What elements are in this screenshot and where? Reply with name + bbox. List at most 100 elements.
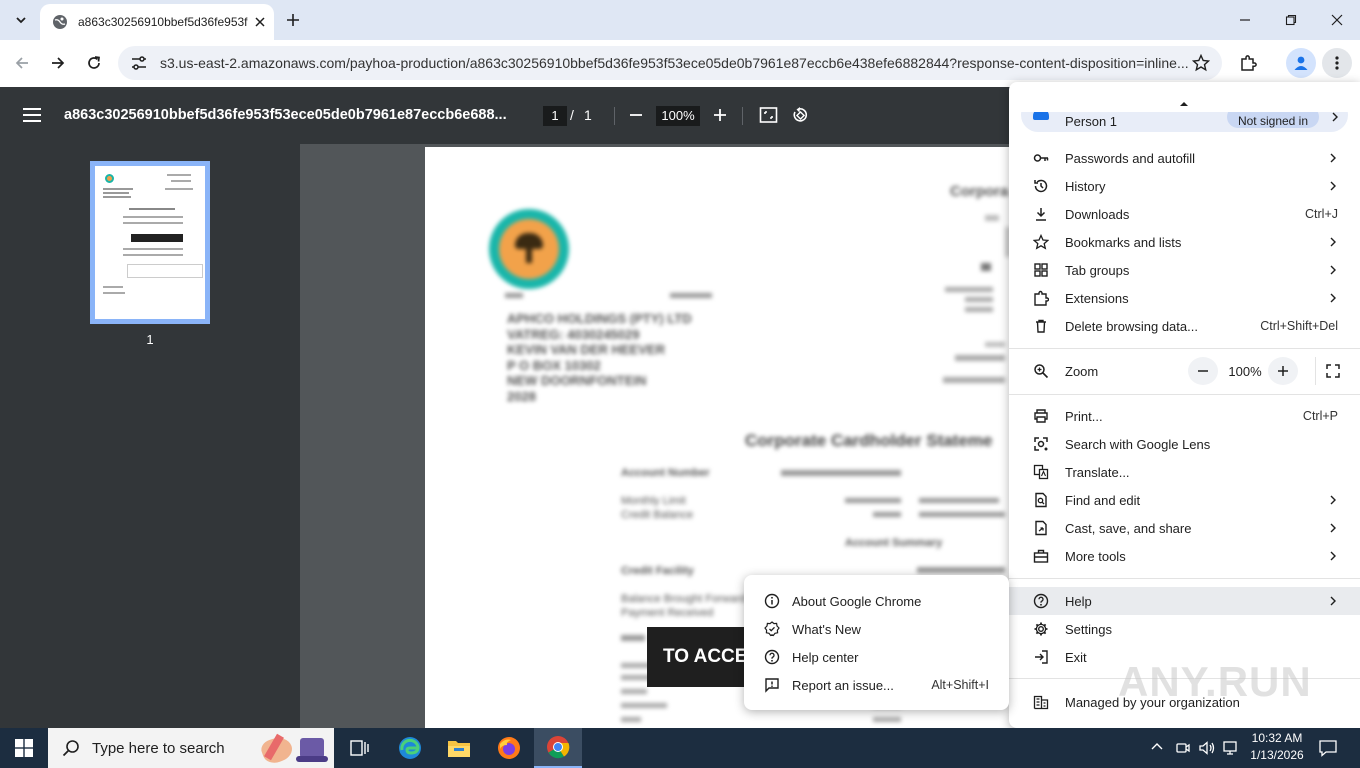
menu-item-more-tools[interactable]: More tools [1009, 542, 1360, 570]
profile-row[interactable]: Person 1 Not signed in [1021, 112, 1348, 132]
menu-separator [1009, 394, 1360, 395]
person-icon [1033, 112, 1049, 120]
menu-item-extensions[interactable]: Extensions [1009, 284, 1360, 312]
meet-now-tray-icon[interactable] [1175, 740, 1191, 756]
doc-section-label: Account Summary [845, 537, 943, 549]
magnifier-icon [1033, 363, 1049, 379]
task-view-icon [350, 740, 369, 756]
doc-field-label: Account Number [621, 467, 710, 479]
submenu-item-whats-new[interactable]: What's New [744, 615, 1009, 643]
menu-item-print[interactable]: Print... Ctrl+P [1009, 402, 1360, 430]
notification-icon [1319, 740, 1337, 757]
search-icon [62, 740, 79, 757]
page-number-input[interactable]: 1 [543, 106, 567, 126]
browser-tab[interactable]: a863c30256910bbef5d36fe953f [40, 4, 274, 40]
menu-zoom-out-button[interactable] [1188, 357, 1218, 385]
notification-center-button[interactable] [1318, 738, 1338, 758]
address-block: APHCO HOLDINGS (PTY) LTD VATREG: 4030245… [507, 311, 692, 404]
close-tab-icon[interactable] [254, 16, 266, 28]
forward-button[interactable] [43, 48, 73, 78]
doc-title: Corporate Cardholder Stateme [745, 431, 993, 450]
pdf-filename: a863c30256910bbef5d36fe953f53ece05de0b79… [64, 107, 507, 123]
help-submenu: About Google Chrome What's New Help cent… [744, 575, 1009, 710]
chevron-down-icon [16, 17, 26, 24]
submenu-item-about-chrome[interactable]: About Google Chrome [744, 587, 1009, 615]
network-tray-icon[interactable] [1222, 740, 1240, 756]
tab-strip: a863c30256910bbef5d36fe953f [0, 0, 1360, 40]
taskbar-file-explorer[interactable] [435, 728, 483, 768]
camera-icon [1176, 743, 1190, 753]
firefox-icon [498, 737, 520, 759]
pdf-zoom-input[interactable]: 100% [656, 106, 700, 126]
caret-up-icon [1180, 102, 1188, 106]
zoom-in-button[interactable] [711, 106, 729, 124]
taskbar-firefox[interactable] [485, 728, 533, 768]
chevron-right-icon [1330, 265, 1336, 275]
exit-icon [1033, 649, 1049, 665]
network-icon [1223, 741, 1237, 755]
taskbar-edge[interactable] [386, 728, 434, 768]
taskbar-clock[interactable]: 10:32 AM 1/13/2026 [1246, 730, 1308, 764]
chrome-menu-button[interactable] [1322, 48, 1352, 78]
menu-item-label: Settings [1065, 621, 1112, 637]
download-icon [1033, 206, 1049, 222]
page-thumbnail[interactable] [90, 161, 210, 324]
folder-icon [448, 741, 470, 757]
menu-item-google-lens[interactable]: Search with Google Lens [1009, 430, 1360, 458]
new-tab-button[interactable] [282, 9, 304, 31]
fit-page-button[interactable] [759, 106, 778, 124]
menu-item-tab-groups[interactable]: Tab groups [1009, 256, 1360, 284]
minus-icon [630, 114, 642, 116]
menu-item-help[interactable]: Help [1009, 587, 1360, 615]
arrow-right-icon [52, 57, 65, 69]
reload-icon [88, 56, 100, 69]
gear-icon [1033, 621, 1049, 637]
menu-item-find-and-edit[interactable]: Find and edit [1009, 486, 1360, 514]
submenu-item-help-center[interactable]: Help center [744, 643, 1009, 671]
rotate-button[interactable] [791, 106, 810, 124]
taskbar-chrome[interactable] [534, 728, 582, 768]
menu-item-history[interactable]: History [1009, 172, 1360, 200]
menu-scroll-up-icon[interactable] [1180, 102, 1188, 106]
extensions-button[interactable] [1233, 48, 1263, 78]
help-circle-icon [1033, 593, 1049, 609]
menu-item-label: Bookmarks and lists [1065, 234, 1182, 250]
task-view-button[interactable] [336, 728, 384, 768]
show-hidden-icons-button[interactable] [1150, 740, 1164, 754]
chevron-right-icon [1330, 596, 1336, 606]
menu-item-label: More tools [1065, 548, 1126, 564]
menu-item-translate[interactable]: Translate... [1009, 458, 1360, 486]
menu-item-label: Translate... [1065, 464, 1130, 480]
url-text[interactable]: s3.us-east-2.amazonaws.com/payhoa-produc… [160, 55, 1192, 71]
address-bar[interactable]: s3.us-east-2.amazonaws.com/payhoa-produc… [118, 46, 1222, 80]
menu-item-bookmarks[interactable]: Bookmarks and lists [1009, 228, 1360, 256]
reload-button[interactable] [79, 48, 109, 78]
address-line: 2028 [507, 388, 536, 404]
menu-item-label: Cast, save, and share [1065, 520, 1192, 536]
close-window-button[interactable] [1314, 0, 1360, 40]
new-badge-icon [764, 621, 780, 637]
menu-item-settings[interactable]: Settings [1009, 615, 1360, 643]
menu-zoom-in-button[interactable] [1268, 357, 1298, 385]
menu-item-delete-browsing-data[interactable]: Delete browsing data... Ctrl+Shift+Del [1009, 312, 1360, 340]
menu-item-downloads[interactable]: Downloads Ctrl+J [1009, 200, 1360, 228]
menu-item-cast-save-share[interactable]: Cast, save, and share [1009, 514, 1360, 542]
fullscreen-icon [1326, 364, 1340, 378]
volume-tray-icon[interactable] [1198, 740, 1216, 756]
tab-search-button[interactable] [8, 7, 34, 33]
search-highlight-illustration [258, 732, 330, 767]
taskbar-search-box[interactable]: Type here to search [48, 728, 334, 768]
minimize-button[interactable] [1222, 0, 1268, 40]
bookmark-star-icon[interactable] [1192, 54, 1210, 72]
submenu-item-report-issue[interactable]: Report an issue... Alt+Shift+I [744, 671, 1009, 699]
zoom-out-button[interactable] [627, 106, 645, 124]
pdf-sidebar-toggle[interactable] [22, 106, 42, 124]
menu-item-passwords[interactable]: Passwords and autofill [1009, 144, 1360, 172]
start-button[interactable] [0, 728, 48, 768]
fullscreen-button[interactable] [1320, 357, 1346, 385]
site-info-icon[interactable] [130, 54, 148, 72]
back-button[interactable] [7, 48, 37, 78]
chrome-icon [547, 736, 570, 759]
restore-button[interactable] [1268, 0, 1314, 40]
profile-button[interactable] [1286, 48, 1316, 78]
